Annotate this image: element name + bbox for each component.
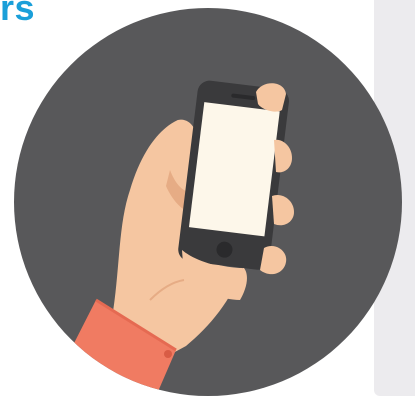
page: rs (0, 0, 415, 396)
cuff-button (164, 350, 172, 358)
hand-holding-smartphone-icon (14, 8, 402, 396)
phone-screen (188, 102, 280, 237)
